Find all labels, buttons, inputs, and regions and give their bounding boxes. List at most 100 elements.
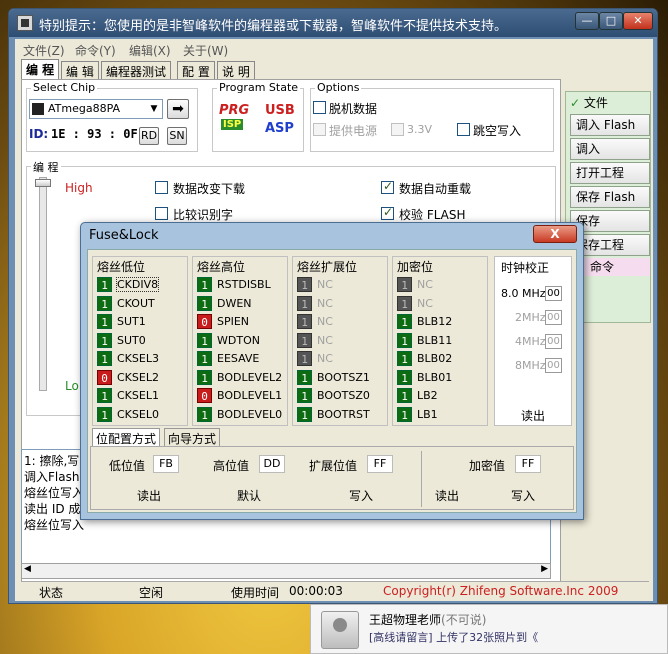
chevron-down-icon: ✓ xyxy=(570,96,584,110)
fuse-bit-toggle[interactable]: 1 xyxy=(97,277,112,292)
load-flash-button[interactable]: 调入 Flash xyxy=(570,114,650,136)
fuse-bit-toggle[interactable]: 1 xyxy=(297,406,312,422)
maximize-button[interactable]: □ xyxy=(599,12,623,30)
log-horizontal-scrollbar[interactable]: ◀ ▶ xyxy=(21,563,551,579)
fuse-bit-toggle[interactable]: 1 xyxy=(397,295,412,311)
notification-popup[interactable]: 王超物理老师(不可说) [高线请留言] 上传了32张照片到《 xyxy=(310,604,668,654)
fuse-bit-toggle[interactable]: 1 xyxy=(197,351,212,366)
speed-slider-thumb[interactable] xyxy=(35,179,51,187)
tab-bit-config[interactable]: 位配置方式 xyxy=(92,428,161,446)
voltage-3v3-checkbox[interactable] xyxy=(391,123,404,136)
auto-reload-checkbox[interactable] xyxy=(381,179,394,194)
fuse-bit-toggle[interactable]: 1 xyxy=(97,314,112,329)
menu-edit[interactable]: 编辑(X) xyxy=(129,42,171,59)
lock-read-button[interactable]: 读出 xyxy=(435,487,459,504)
fuse-bit-toggle[interactable]: 1 xyxy=(97,295,112,311)
speed-slider-track[interactable] xyxy=(39,177,47,391)
fuse-bit-toggle[interactable]: 1 xyxy=(297,388,312,403)
fuse-read-button[interactable]: 读出 xyxy=(137,487,161,504)
fuse-bit-toggle[interactable]: 1 xyxy=(397,388,412,403)
file-panel-header: ✓ 文件 xyxy=(570,94,608,111)
sn-button[interactable]: SN xyxy=(167,127,187,145)
tab-wizard[interactable]: 向导方式 xyxy=(164,428,221,446)
rd-button[interactable]: RD xyxy=(139,127,159,145)
fuse-bit-toggle[interactable]: 0 xyxy=(97,369,112,385)
lock-bits-value[interactable]: FF xyxy=(515,455,541,473)
fuse-bit-toggle[interactable]: 0 xyxy=(197,314,212,329)
compare-signature-checkbox[interactable] xyxy=(155,207,168,220)
fuse-bit-name: SUT1 xyxy=(117,315,146,328)
fuse-bit-toggle[interactable]: 1 xyxy=(197,369,212,385)
tab-help[interactable]: 说 明 xyxy=(217,61,255,79)
fuse-lock-dialog: Fuse&Lock X 熔丝低位 1 CKDIV8 1 CKOUT 1 SUT1 1 SUT0 1… xyxy=(80,222,584,520)
chip-icon xyxy=(32,103,44,115)
fuse-close-button[interactable]: X xyxy=(533,225,577,243)
fuse-bit-toggle[interactable]: 1 xyxy=(297,295,312,311)
clock-2mhz-value[interactable]: 00 xyxy=(545,310,562,325)
fuse-bit-toggle[interactable]: 1 xyxy=(197,406,212,422)
fuse-write-button[interactable]: 写入 xyxy=(349,487,373,504)
notification-text: [高线请留言] 上传了32张照片到《 xyxy=(369,631,539,644)
select-chip-label: Select Chip xyxy=(31,81,98,94)
fuse-bit-toggle[interactable]: 1 xyxy=(397,369,412,385)
notification-user-suffix: (不可说) xyxy=(441,613,487,627)
close-button[interactable]: ✕ xyxy=(623,12,653,30)
fuse-bit-toggle[interactable]: 1 xyxy=(97,332,112,348)
load-eeprom-button[interactable]: 调入 Eeprom xyxy=(570,138,650,176)
fuse-bit-toggle[interactable]: 0 xyxy=(197,388,212,403)
chip-select[interactable]: ATmega88PA ▼ xyxy=(29,99,163,119)
fuse-bit-toggle[interactable]: 1 xyxy=(297,351,312,366)
fuse-bit-toggle[interactable]: 1 xyxy=(397,406,412,422)
scroll-right-icon[interactable]: ▶ xyxy=(541,564,548,574)
fuse-bit-toggle[interactable]: 1 xyxy=(97,351,112,366)
fuse-bit-toggle[interactable]: 1 xyxy=(397,277,412,292)
fuse-bit-name: BOOTSZ1 xyxy=(317,370,370,384)
minimize-button[interactable]: — xyxy=(575,12,599,30)
fuse-bit-toggle[interactable]: 1 xyxy=(97,406,112,422)
tab-program[interactable]: 编 程 xyxy=(21,59,60,79)
clock-4mhz-value[interactable]: 00 xyxy=(545,334,562,349)
fuse-bit-toggle[interactable]: 1 xyxy=(197,295,212,311)
avatar xyxy=(321,611,359,649)
fuse-bit-toggle[interactable]: 1 xyxy=(197,332,212,348)
download-on-change-checkbox[interactable] xyxy=(155,181,168,194)
fuse-bit-toggle[interactable]: 1 xyxy=(97,388,112,403)
tab-edit[interactable]: 编 辑 xyxy=(61,61,99,79)
lock-write-button[interactable]: 写入 xyxy=(511,487,535,504)
high-fuse-value[interactable]: DD xyxy=(259,455,285,473)
fuse-bit-name: NC xyxy=(317,333,333,347)
fuse-bit-toggle[interactable]: 1 xyxy=(297,277,312,292)
fuse-bit-toggle[interactable]: 1 xyxy=(297,332,312,348)
tab-config[interactable]: 配 置 xyxy=(177,61,215,79)
tab-programmer-test[interactable]: 编程器测试 xyxy=(101,61,172,79)
clock-8mhz-b-value[interactable]: 00 xyxy=(545,358,562,373)
fuse-bit-toggle[interactable]: 1 xyxy=(397,351,412,366)
elapsed-time-value: 00:00:03 xyxy=(289,584,343,598)
status-label: 状态 xyxy=(39,586,64,600)
save-flash-button[interactable]: 保存 Flash xyxy=(570,186,650,208)
fuse-default-button[interactable]: 默认 xyxy=(237,487,261,504)
fuse-bit-toggle[interactable]: 1 xyxy=(197,277,212,292)
open-project-button[interactable]: 打开工程 xyxy=(570,162,650,184)
supply-power-checkbox[interactable] xyxy=(313,123,326,136)
high-fuse-label: 高位值 xyxy=(213,459,250,473)
clock-read-button[interactable]: 读出 xyxy=(521,407,545,424)
menu-command[interactable]: 命令(Y) xyxy=(75,42,116,59)
menu-about[interactable]: 关于(W) xyxy=(183,42,228,59)
fuse-bit-toggle[interactable]: 1 xyxy=(297,314,312,329)
verify-flash-checkbox[interactable] xyxy=(381,205,394,220)
fuse-bit-toggle[interactable]: 1 xyxy=(397,332,412,348)
ext-fuse-value[interactable]: FF xyxy=(367,455,393,473)
fuse-bit-toggle[interactable]: 1 xyxy=(297,369,312,385)
menu-file[interactable]: 文件(Z) xyxy=(23,42,65,59)
fuse-bit-toggle[interactable]: 1 xyxy=(397,314,412,329)
low-fuse-value[interactable]: FB xyxy=(153,455,179,473)
scroll-left-icon[interactable]: ◀ xyxy=(24,564,31,574)
offline-data-checkbox[interactable] xyxy=(313,101,326,114)
clock-8mhz-value[interactable]: 00 xyxy=(545,286,562,301)
skip-blank-write-checkbox[interactable] xyxy=(457,123,470,136)
fuse-bit-name: BODLEVEL0 xyxy=(217,407,283,421)
go-button[interactable]: ➡ xyxy=(167,99,189,119)
fuse-bit-name: NC xyxy=(417,278,433,291)
fuse-bit-name: BODLEVEL2 xyxy=(217,370,283,384)
